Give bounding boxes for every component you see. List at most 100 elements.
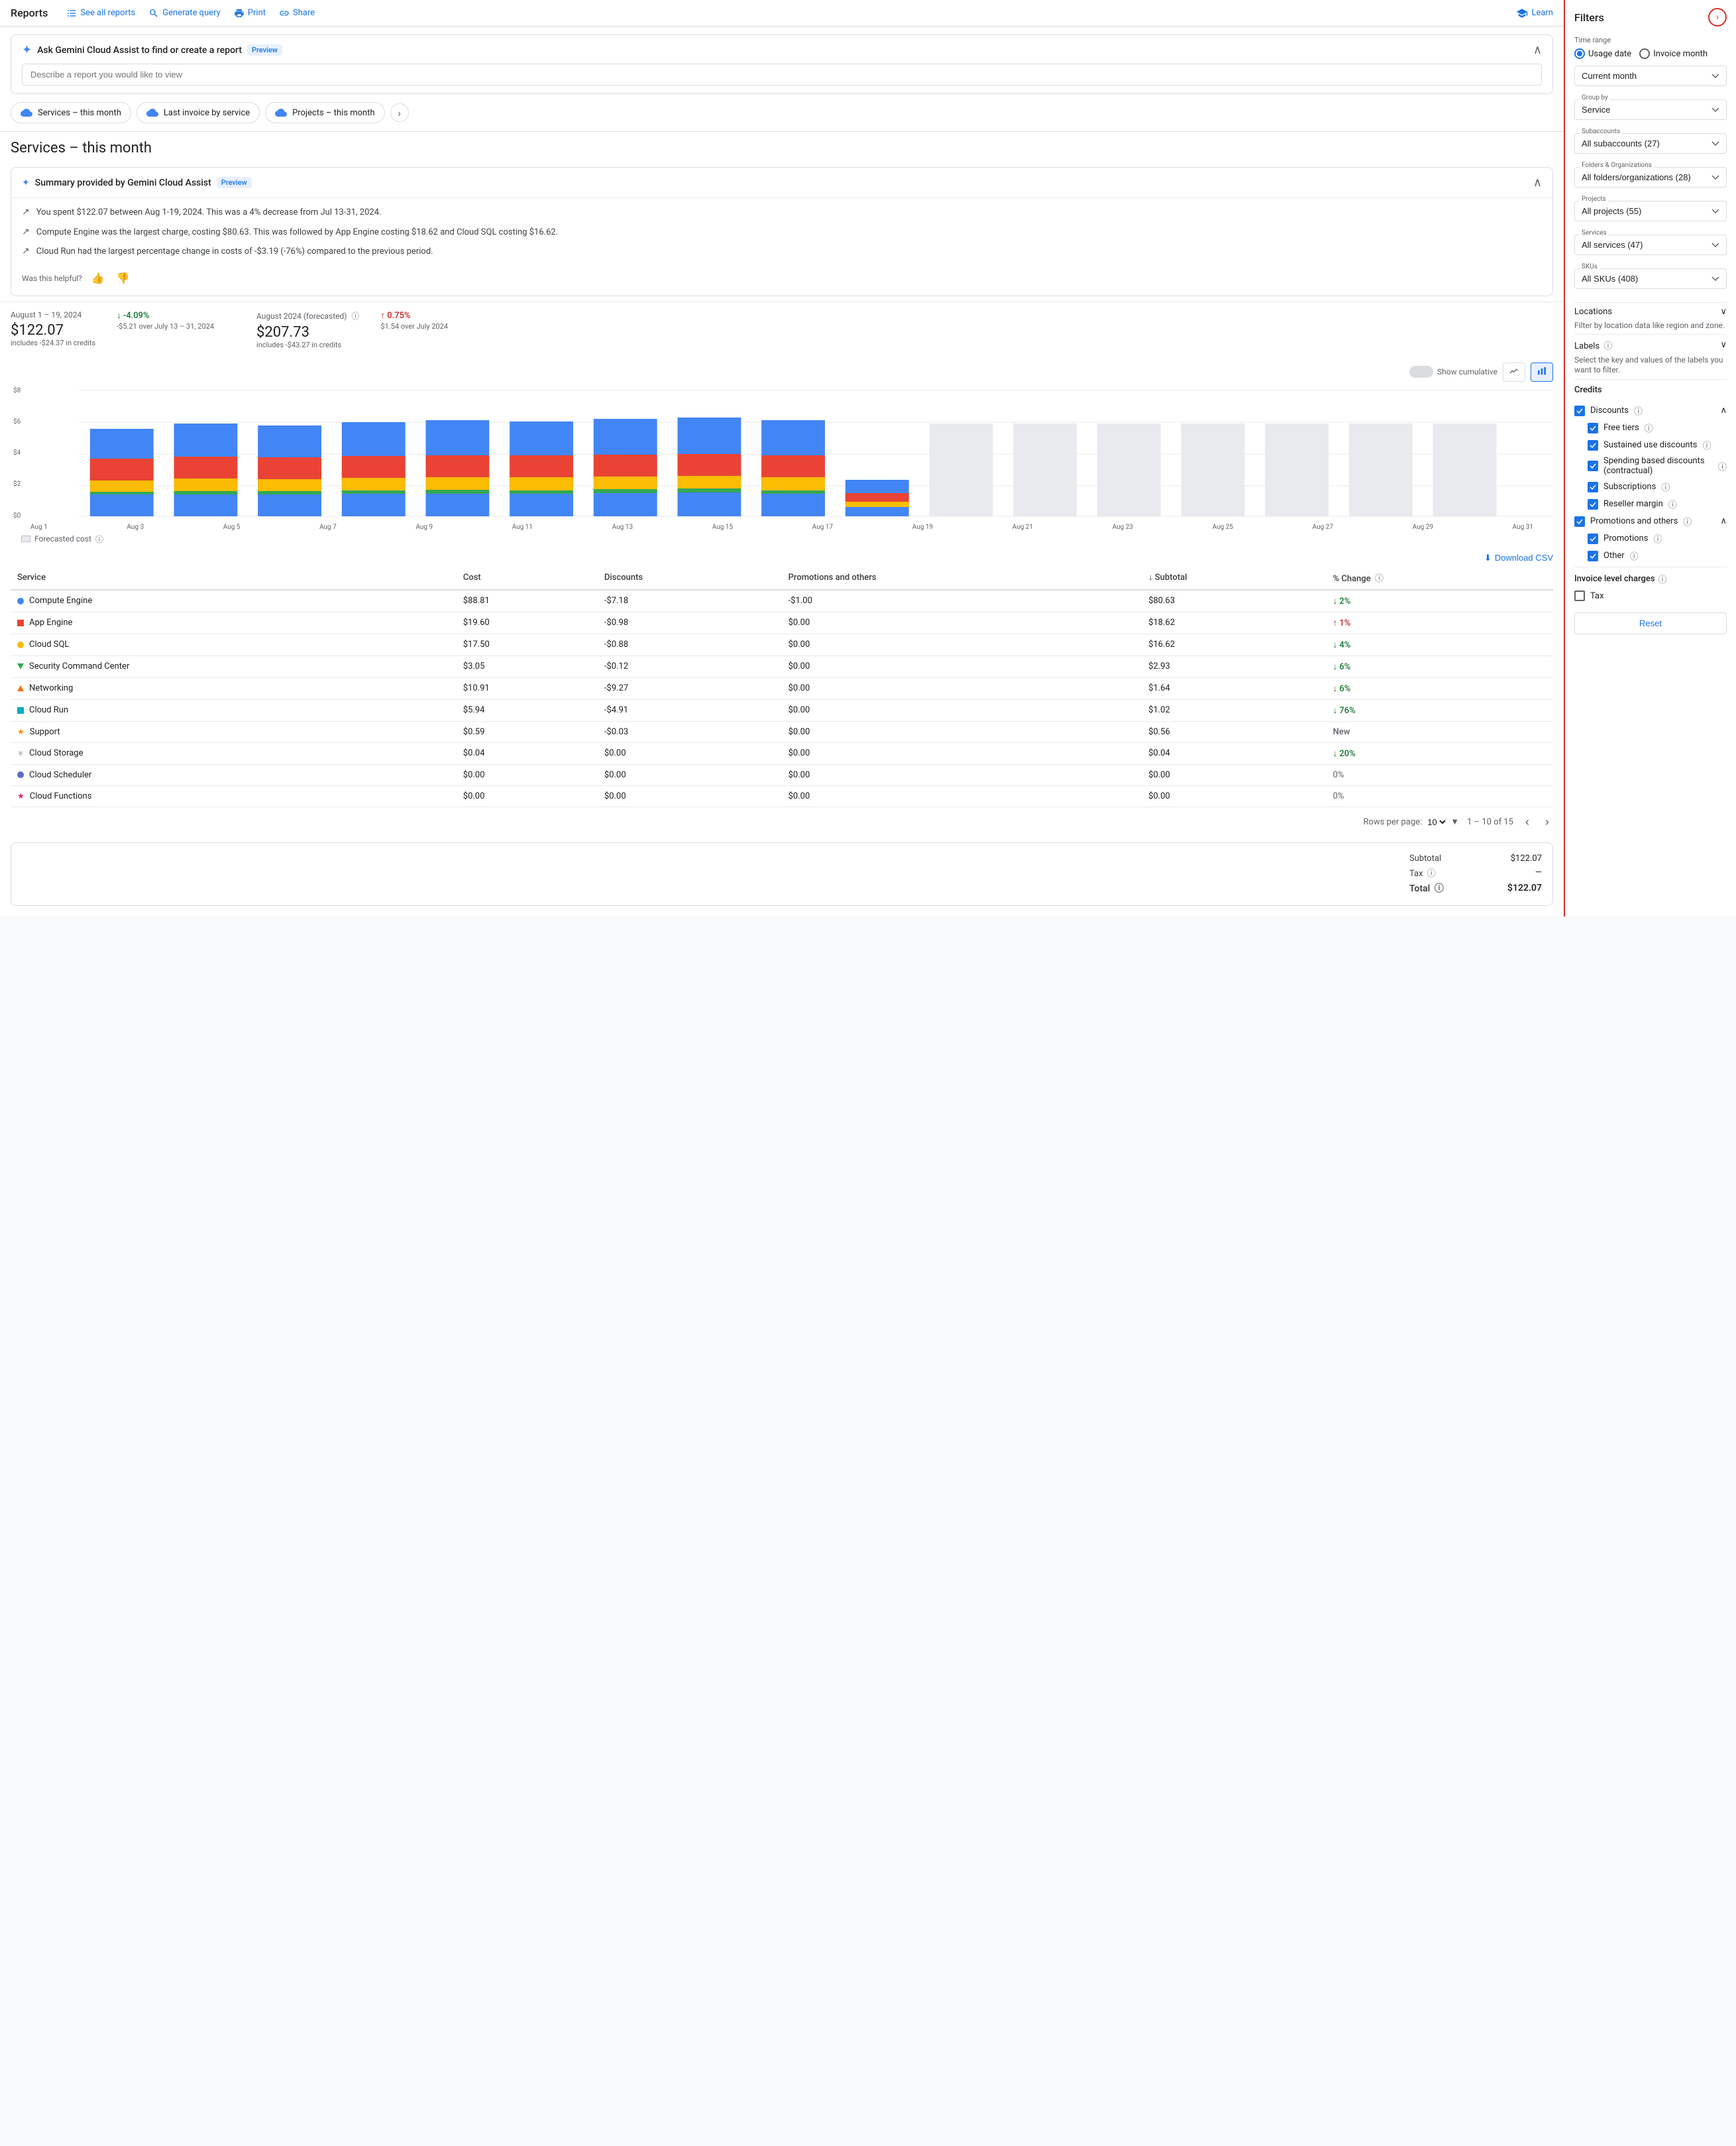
download-csv-btn[interactable]: ⬇ Download CSV	[1484, 553, 1553, 563]
discounts-check-box	[1574, 406, 1585, 416]
share-link[interactable]: Share	[279, 8, 315, 19]
promotions-cell: $0.00	[782, 612, 1142, 634]
forecast-help-icon[interactable]: ⓘ	[351, 311, 359, 321]
labels-filter[interactable]: Labels ⓘ ∨	[1574, 334, 1727, 355]
collapse-sidebar-btn[interactable]: ›	[1708, 8, 1727, 27]
thumbs-up-btn[interactable]: 👍	[89, 269, 107, 288]
chip-services[interactable]: Services – this month	[11, 102, 131, 123]
show-cumulative-toggle[interactable]: Show cumulative	[1409, 366, 1497, 378]
learn-button[interactable]: Learn	[1516, 7, 1553, 19]
pct-change-cell: New	[1327, 721, 1553, 742]
sort-icon[interactable]: ↓	[1148, 573, 1153, 583]
promotions-help-icon[interactable]: ⓘ	[1653, 532, 1662, 545]
sustained-use-checkbox[interactable]: Sustained use discounts ⓘ	[1574, 439, 1727, 451]
filters-sidebar: Filters › Time range Usage date Invoice …	[1564, 0, 1736, 917]
gemini-input[interactable]	[22, 64, 1542, 85]
reseller-margin-checkbox[interactable]: Reseller margin ⓘ	[1574, 498, 1727, 510]
labels-help-icon[interactable]: ⓘ	[1603, 341, 1612, 351]
forecast-help-icon-2[interactable]: ⓘ	[95, 534, 103, 545]
discounts-help-icon[interactable]: ⓘ	[1634, 404, 1643, 417]
pagination-row: Rows per page: 10 25 50 ▼ 1 – 10 of 15 ‹…	[11, 807, 1553, 837]
table-row: Cloud Run $5.94 -$4.91 $0.00 $1.02 ↓ 76%	[11, 699, 1553, 721]
subtotal-cell: $0.56	[1142, 721, 1326, 742]
other-checkbox[interactable]: Other ⓘ	[1574, 549, 1727, 562]
reset-button[interactable]: Reset	[1574, 612, 1727, 634]
pct-change-cell: ↓ 76%	[1327, 699, 1553, 721]
promotions-others-collapse-icon[interactable]: ∧	[1720, 516, 1727, 526]
invoice-month-radio-circle	[1639, 48, 1650, 59]
invoice-level-help-icon[interactable]: ⓘ	[1658, 573, 1667, 585]
print-link[interactable]: Print	[234, 8, 266, 19]
projects-select[interactable]: All projects (55)	[1574, 201, 1727, 221]
collapse-gemini-btn[interactable]: ∧	[1533, 43, 1542, 57]
spending-based-checkbox[interactable]: Spending based discounts (contractual) ⓘ	[1574, 456, 1727, 476]
thumbs-down-btn[interactable]: 👎	[114, 269, 133, 288]
service-cell: ★ Support	[11, 721, 457, 742]
current-month-select[interactable]: Current month	[1574, 66, 1727, 86]
chip-projects[interactable]: Projects – this month	[265, 102, 385, 123]
next-page-btn[interactable]: ›	[1541, 814, 1553, 830]
services-select[interactable]: All services (47)	[1574, 235, 1727, 255]
stat-block-2: August 2024 (forecasted) ⓘ $207.73 inclu…	[256, 310, 359, 349]
spending-based-help-icon[interactable]: ⓘ	[1718, 460, 1727, 473]
bar-chart-btn[interactable]	[1531, 363, 1553, 382]
skus-select[interactable]: All SKUs (408)	[1574, 268, 1727, 289]
tax-help-icon[interactable]: ⓘ	[1427, 869, 1436, 879]
reseller-margin-help-icon[interactable]: ⓘ	[1668, 498, 1677, 510]
download-icon: ⬇	[1484, 553, 1492, 563]
discounts-checkbox[interactable]: Discounts ⓘ ∧	[1574, 404, 1727, 417]
subscriptions-help-icon[interactable]: ⓘ	[1661, 480, 1670, 493]
promotions-others-check-box	[1574, 516, 1585, 527]
pct-help-icon[interactable]: ⓘ	[1375, 574, 1383, 584]
locations-filter[interactable]: Locations ∨	[1574, 302, 1727, 321]
usage-date-radio[interactable]: Usage date	[1574, 48, 1631, 59]
projects-section: Projects All projects (55)	[1574, 201, 1727, 227]
pct-change-cell: 0%	[1327, 785, 1553, 807]
promotions-others-checkbox[interactable]: Promotions and others ⓘ ∧	[1574, 515, 1727, 528]
pct-change-cell: ↑ 1%	[1327, 612, 1553, 634]
total-help-icon[interactable]: ⓘ	[1435, 883, 1444, 894]
trend-icon-1: ↗	[22, 207, 30, 219]
rows-per-page-select[interactable]: 10 25 50	[1425, 817, 1448, 828]
tax-checkbox[interactable]: Tax	[1574, 591, 1727, 601]
services-section: Services All services (47)	[1574, 235, 1727, 260]
table-row: ✳ Cloud Storage $0.04 $0.00 $0.00 $0.04 …	[11, 742, 1553, 764]
sustained-use-help-icon[interactable]: ⓘ	[1702, 439, 1711, 451]
invoice-month-radio[interactable]: Invoice month	[1639, 48, 1708, 59]
prev-page-btn[interactable]: ‹	[1521, 814, 1533, 830]
chip-last-invoice[interactable]: Last invoice by service	[136, 102, 260, 123]
service-cell: ✳ Cloud Storage	[11, 742, 457, 764]
generate-query-link[interactable]: Generate query	[148, 8, 221, 19]
discounts-collapse-icon[interactable]: ∧	[1720, 406, 1727, 416]
other-help-icon[interactable]: ⓘ	[1630, 549, 1639, 562]
promotions-others-help-icon[interactable]: ⓘ	[1683, 515, 1692, 528]
discounts-cell: $0.00	[598, 785, 782, 807]
collapse-summary-btn[interactable]: ∧	[1533, 176, 1542, 190]
line-chart-btn[interactable]	[1503, 363, 1525, 382]
cost-cell: $5.94	[457, 699, 598, 721]
table-row: ★ Cloud Functions $0.00 $0.00 $0.00 $0.0…	[11, 785, 1553, 807]
chip-nav-btn[interactable]: ›	[390, 103, 409, 122]
discounts-cell: -$7.18	[598, 590, 782, 612]
table-row: Cloud Scheduler $0.00 $0.00 $0.00 $0.00 …	[11, 764, 1553, 785]
free-tiers-help-icon[interactable]: ⓘ	[1645, 422, 1653, 434]
folders-select[interactable]: All folders/organizations (28)	[1574, 167, 1727, 188]
forecast-color-swatch	[21, 536, 30, 542]
discounts-cell: $0.00	[598, 742, 782, 764]
summary-item-1: ↗ You spent $122.07 between Aug 1-19, 20…	[22, 206, 1542, 219]
subtotal-cell: $2.93	[1142, 655, 1326, 677]
service-cell: Cloud Run	[11, 699, 457, 721]
cumulative-switch[interactable]	[1409, 366, 1433, 378]
subscriptions-check-box	[1588, 482, 1598, 492]
cost-cell: $0.00	[457, 785, 598, 807]
subscriptions-checkbox[interactable]: Subscriptions ⓘ	[1574, 480, 1727, 493]
subtotal-cell: $0.00	[1142, 764, 1326, 785]
promotions-cell: $0.00	[782, 742, 1142, 764]
group-by-select[interactable]: Service	[1574, 99, 1727, 120]
promotions-checkbox[interactable]: Promotions ⓘ	[1574, 532, 1727, 545]
labels-desc: Select the key and values of the labels …	[1574, 355, 1727, 379]
subaccounts-select[interactable]: All subaccounts (27)	[1574, 133, 1727, 154]
free-tiers-checkbox[interactable]: Free tiers ⓘ	[1574, 422, 1727, 434]
see-all-reports-link[interactable]: See all reports	[66, 8, 135, 19]
tax-row: Tax ⓘ —	[1409, 866, 1542, 879]
